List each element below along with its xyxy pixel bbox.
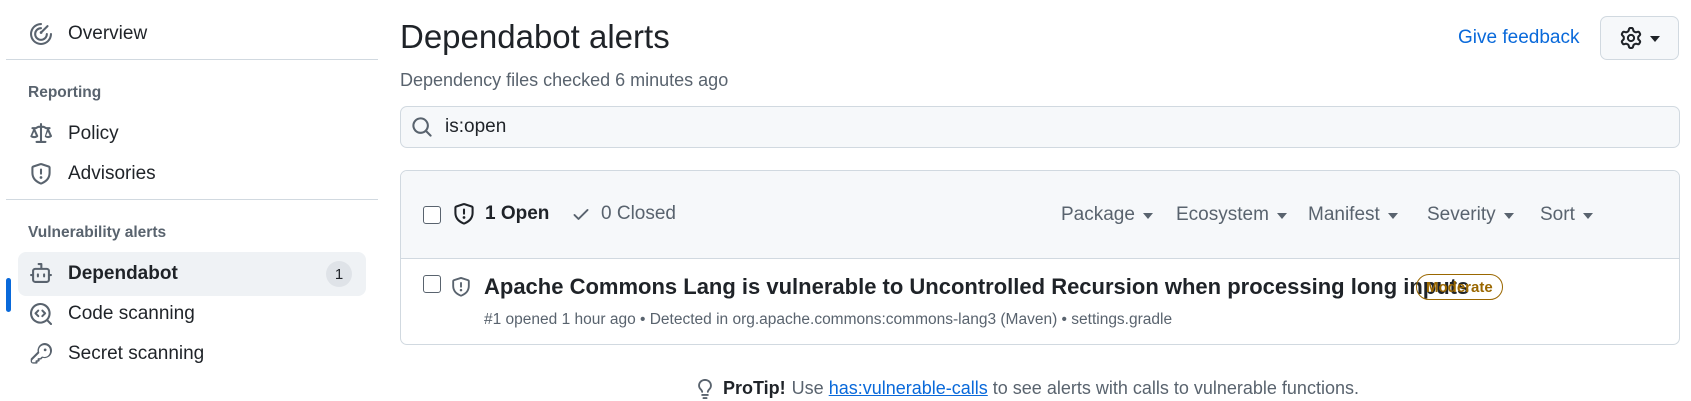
chevron-down-icon — [1582, 213, 1593, 219]
active-indicator — [6, 278, 11, 312]
page-title: Dependabot alerts — [400, 18, 670, 55]
law-icon — [28, 121, 54, 147]
select-all-checkbox[interactable] — [423, 206, 441, 224]
give-feedback-link[interactable]: Give feedback — [1458, 27, 1579, 49]
chevron-down-icon — [1387, 213, 1398, 219]
alert-checkbox[interactable] — [423, 275, 441, 293]
sidebar: Overview Reporting Policy Advisories Vul… — [0, 0, 378, 401]
light-bulb-icon — [695, 378, 715, 399]
dropdown-label: Severity — [1427, 204, 1496, 225]
sidebar-item-label: Overview — [68, 23, 148, 44]
sidebar-item-overview[interactable]: Overview — [18, 12, 366, 56]
check-icon — [571, 204, 591, 224]
dependabot-icon — [28, 261, 54, 287]
sidebar-item-code-scanning[interactable]: Code scanning — [18, 292, 366, 336]
open-filter-tab[interactable]: 1 Open — [453, 203, 549, 225]
sidebar-divider — [6, 59, 378, 60]
settings-menu-button[interactable] — [1600, 16, 1679, 60]
sidebar-item-dependabot[interactable]: Dependabot 1 — [18, 252, 366, 296]
sidebar-item-label: Code scanning — [68, 303, 195, 324]
meter-icon — [28, 21, 54, 47]
chevron-down-icon — [1503, 213, 1514, 219]
reporting-heading: Reporting — [28, 84, 102, 101]
alert-search-box — [400, 106, 1680, 148]
ecosystem-filter-dropdown[interactable]: Ecosystem — [1176, 204, 1287, 226]
search-input[interactable] — [445, 116, 1645, 138]
last-checked-text: Dependency files checked 6 minutes ago — [400, 70, 729, 90]
shield-icon — [451, 277, 471, 297]
protip-text-after: to see alerts with calls to vulnerable f… — [992, 378, 1359, 398]
alert-count-badge: 1 — [326, 261, 352, 287]
chevron-down-icon — [1276, 213, 1287, 219]
closed-filter-tab[interactable]: 0 Closed — [571, 203, 676, 225]
sidebar-item-label: Dependabot — [68, 263, 178, 284]
search-icon — [411, 116, 433, 138]
chevron-down-icon — [1649, 36, 1660, 42]
severity-badge: Moderate — [1416, 274, 1503, 300]
key-icon — [28, 341, 54, 367]
package-filter-dropdown[interactable]: Package — [1061, 204, 1153, 226]
chevron-down-icon — [1142, 213, 1153, 219]
protip: ProTip! Use has:vulnerable-calls to see … — [695, 378, 1359, 399]
sort-dropdown[interactable]: Sort — [1540, 204, 1593, 226]
protip-heading: ProTip! — [723, 378, 786, 398]
vulnerability-alerts-heading: Vulnerability alerts — [28, 224, 167, 241]
sidebar-item-policy[interactable]: Policy — [18, 112, 366, 156]
alert-title-link[interactable]: Apache Commons Lang is vulnerable to Unc… — [484, 274, 1469, 300]
dropdown-label: Ecosystem — [1176, 204, 1269, 225]
alert-row: Apache Commons Lang is vulnerable to Unc… — [401, 259, 1679, 344]
sidebar-item-label: Policy — [68, 123, 119, 144]
closed-count-label: 0 Closed — [601, 203, 676, 224]
sidebar-item-advisories[interactable]: Advisories — [18, 152, 366, 196]
alerts-list-header: 1 Open 0 Closed Package Ecosystem Manife… — [401, 171, 1679, 259]
dropdown-label: Manifest — [1308, 204, 1380, 225]
dropdown-label: Package — [1061, 204, 1135, 225]
alert-meta: #1 opened 1 hour ago • Detected in org.a… — [484, 311, 1173, 328]
manifest-filter-dropdown[interactable]: Manifest — [1308, 204, 1398, 226]
sidebar-item-secret-scanning[interactable]: Secret scanning — [18, 332, 366, 376]
codescan-icon — [28, 301, 54, 327]
open-count-label: 1 Open — [485, 203, 550, 224]
vulnerable-calls-link[interactable]: has:vulnerable-calls — [829, 378, 988, 399]
gear-icon — [1620, 27, 1642, 49]
sidebar-item-label: Advisories — [68, 163, 156, 184]
shield-icon — [453, 203, 475, 225]
sidebar-item-label: Secret scanning — [68, 343, 205, 364]
shield-icon — [28, 161, 54, 187]
severity-filter-dropdown[interactable]: Severity — [1427, 204, 1514, 226]
sidebar-divider — [6, 199, 378, 200]
alerts-list: 1 Open 0 Closed Package Ecosystem Manife… — [400, 170, 1680, 345]
protip-text-before: Use — [791, 378, 824, 398]
dropdown-label: Sort — [1540, 204, 1575, 225]
